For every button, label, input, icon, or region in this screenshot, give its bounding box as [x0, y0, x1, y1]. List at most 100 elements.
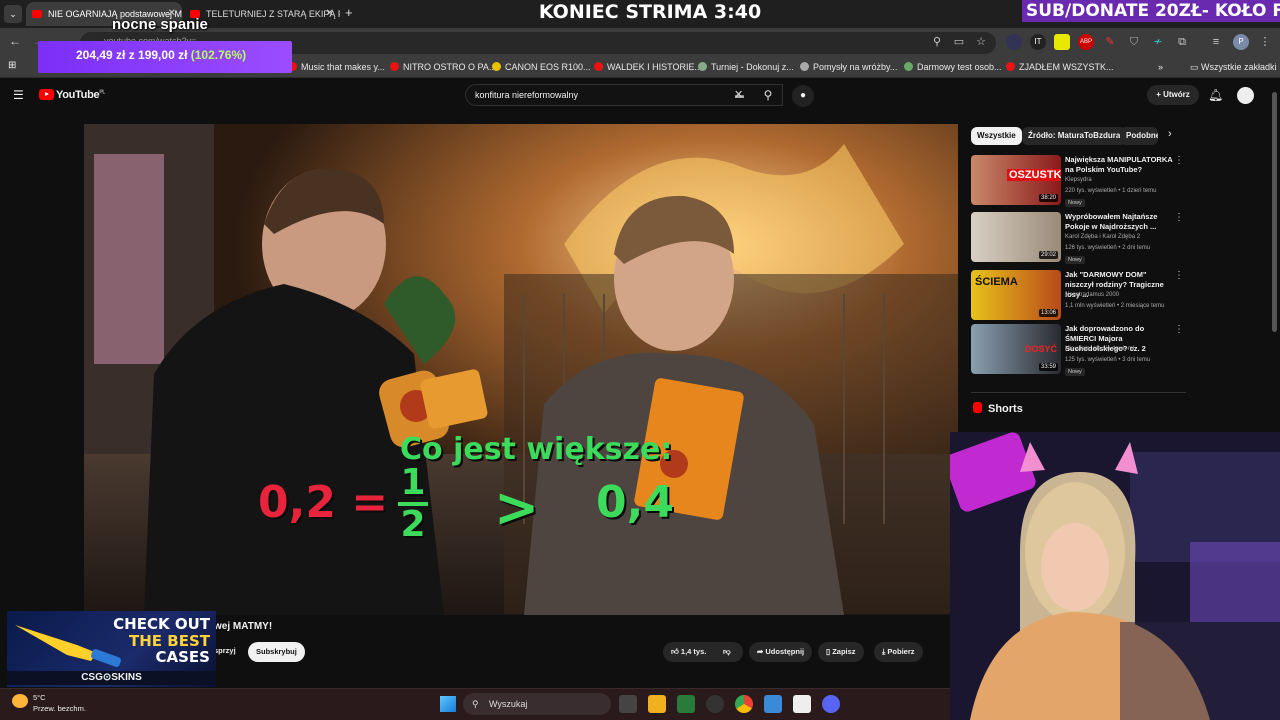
extension-icon[interactable]: IT — [1030, 34, 1046, 50]
csgoskins-ad-overlay: CHECK OUT THE BEST CASES CSG⊙SKINS — [7, 611, 216, 687]
youtube-favicon-icon — [390, 62, 399, 71]
notifications-bell-icon[interactable]: 🔔︎ — [1208, 88, 1223, 102]
cast-icon[interactable]: ▭ — [951, 34, 967, 50]
bookmarks-overflow-icon[interactable]: » — [1158, 58, 1163, 76]
video-title: Wypróbowałem Najtańsze Pokoje w Najdrożs… — [1065, 212, 1158, 231]
video-meta: 1,1 mln wyświetleń • 2 miesiące temu — [1065, 303, 1165, 309]
download-button[interactable]: ⤓ Pobierz — [874, 642, 923, 662]
join-button[interactable]: sprzyj — [214, 646, 236, 655]
donation-percent: (102.76%) — [190, 48, 247, 62]
recommended-video[interactable]: DOSYĆ 33:59 Jak doprowadzono do ŚMIERCI M… — [971, 324, 1186, 376]
puzzle-icon[interactable]: ⧉ — [1174, 34, 1190, 50]
thumbs-down-icon[interactable]: 👎︎ — [723, 642, 731, 662]
recommended-video[interactable]: OSZUSTKA? 38:20 Największa MANIPULATORKA … — [971, 155, 1186, 207]
search-input[interactable]: konfitura niereformowalny ▬ ✕ — [465, 84, 783, 106]
youtube-favicon-icon — [1006, 62, 1015, 71]
discord-icon[interactable] — [822, 695, 840, 713]
taskbar-search-label: Wyszukaj — [489, 699, 528, 709]
bookmark-item[interactable]: Darmowy test osob... — [904, 58, 1002, 76]
extension-icon[interactable] — [1006, 34, 1022, 50]
bookmark-item[interactable]: Turniej - Dokonuj z... — [698, 58, 794, 76]
donation-goal-text: 204,49 zł z 199,00 zł (102.76%) — [76, 48, 246, 62]
app-icon[interactable] — [706, 695, 724, 713]
weather-widget[interactable]: 5°C Przew. bezchm. — [33, 692, 86, 714]
math-right-value: 0,4 — [596, 477, 674, 528]
youtube-logo[interactable]: YouTubePL — [39, 89, 105, 101]
save-button[interactable]: ▯ Zapisz — [818, 642, 864, 662]
like-count: 1,4 tys. — [680, 647, 707, 656]
subscribe-button[interactable]: Subskrybuj — [248, 642, 305, 662]
weather-description: Przew. bezchm. — [33, 704, 86, 713]
recommended-video[interactable]: 29:02 Wypróbowałem Najtańsze Pokoje w Na… — [971, 212, 1186, 264]
math-operator: > — [494, 476, 540, 539]
recommended-video[interactable]: ŚCIEMA 13:06 Jak "DARMOWY DOM" niszczył r… — [971, 270, 1186, 322]
back-icon[interactable]: ← — [9, 34, 21, 48]
create-button[interactable]: + Utwórz — [1147, 85, 1199, 105]
video-thumbnail: 29:02 — [971, 212, 1061, 262]
bookmark-label: Turniej - Dokonuj z... — [711, 62, 794, 72]
taskbar-search[interactable]: ⚲ Wyszukaj — [463, 693, 611, 715]
chip-all[interactable]: Wszystkie — [971, 127, 1022, 145]
chip-similar[interactable]: Podobne — [1120, 127, 1158, 145]
shorts-icon — [973, 402, 982, 413]
extension-icon[interactable]: ≁ — [1150, 34, 1166, 50]
windows-start-icon[interactable] — [440, 696, 456, 712]
account-avatar[interactable] — [1237, 87, 1254, 104]
shorts-label: Shorts — [988, 403, 1023, 415]
share-button[interactable]: ➦ Udostępnij — [749, 642, 813, 662]
math-question: Co jest większe: — [400, 432, 673, 467]
profile-avatar[interactable]: P — [1233, 34, 1249, 50]
adblock-icon[interactable]: ABP — [1078, 34, 1094, 50]
favicon-icon — [698, 62, 707, 71]
star-icon[interactable]: ☆ — [973, 34, 989, 50]
fraction-numerator: 1 — [400, 462, 426, 503]
search-button[interactable]: ⚲ — [752, 84, 784, 106]
thumbs-up-icon[interactable]: 👍︎ — [671, 647, 681, 656]
bookmark-item[interactable]: ZJADŁEM WSZYSTK... — [1006, 58, 1114, 76]
video-player[interactable]: Co jest większe: 0,2 = 1 2 > 0,4 — [84, 124, 958, 615]
scrollbar-thumb[interactable] — [1272, 92, 1277, 332]
video-duration: 29:02 — [1038, 251, 1058, 259]
divider — [971, 392, 1186, 393]
store-icon[interactable] — [677, 695, 695, 713]
bookmark-item[interactable]: WALDEK I HISTORIE... — [594, 58, 702, 76]
save-label: Zapisz — [832, 647, 856, 656]
favicon-icon — [492, 62, 501, 71]
video-thumbnail: ŚCIEMA 13:06 — [971, 270, 1061, 320]
chevron-right-icon[interactable]: › — [1168, 128, 1172, 140]
like-dislike-group: 👍︎ 1,4 tys. 👎︎ — [663, 642, 743, 662]
clear-search-icon[interactable]: ✕ — [734, 85, 746, 105]
extension-icon[interactable]: ✎ — [1102, 34, 1118, 50]
youtube-play-icon — [39, 89, 54, 100]
extension-icon[interactable] — [1054, 34, 1070, 50]
video-thumbnail: DOSYĆ 33:59 — [971, 324, 1061, 374]
apps-icon[interactable]: ⊞ — [8, 60, 16, 71]
bookmark-item[interactable]: NITRO OSTRO O PA... — [390, 58, 496, 76]
bookmark-item[interactable]: Music that makes y... — [288, 58, 385, 76]
task-view-icon[interactable] — [619, 695, 637, 713]
zoom-icon[interactable]: ⚲ — [929, 34, 945, 50]
bookmark-label: CANON EOS R100... — [505, 62, 591, 72]
voice-search-button[interactable]: ● — [792, 85, 814, 107]
file-explorer-icon[interactable] — [648, 695, 666, 713]
queue-icon[interactable]: ≡ — [1208, 34, 1224, 50]
create-label: Utwórz — [1163, 90, 1190, 99]
more-options-icon[interactable]: ⋮ — [1174, 270, 1184, 281]
photos-icon[interactable] — [764, 695, 782, 713]
menu-icon[interactable]: ⋮ — [1257, 34, 1273, 50]
video-duration: 33:59 — [1038, 363, 1058, 371]
bookmark-item[interactable]: CANON EOS R100... — [492, 58, 591, 76]
chrome-icon[interactable] — [735, 695, 753, 713]
more-options-icon[interactable]: ⋮ — [1174, 155, 1184, 166]
chip-source[interactable]: Źródło: MaturaToBzdura — [1022, 127, 1127, 145]
all-bookmarks[interactable]: ▭ Wszystkie zakładki — [1190, 58, 1277, 76]
shield-icon[interactable]: ⛉ — [1126, 34, 1142, 50]
more-options-icon[interactable]: ⋮ — [1174, 324, 1184, 335]
channel-name: Karol Zdęba i Karol Zdęba 2 — [1065, 234, 1141, 240]
more-options-icon[interactable]: ⋮ — [1174, 212, 1184, 223]
weather-icon[interactable] — [12, 694, 28, 708]
hamburger-menu-icon[interactable]: ☰ — [13, 88, 24, 102]
document-icon[interactable] — [793, 695, 811, 713]
bookmark-item[interactable]: Pomysły na wróżby... — [800, 58, 897, 76]
video-meta: 125 tys. wyświetleń • 3 dni temu — [1065, 357, 1151, 363]
